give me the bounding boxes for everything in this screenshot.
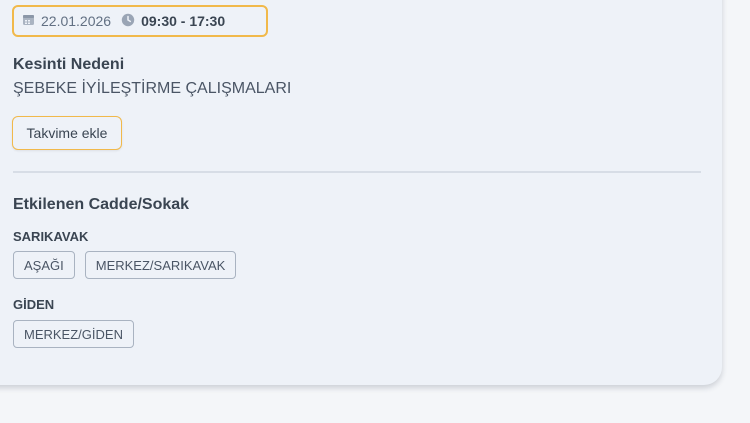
divider — [13, 171, 701, 173]
affected-streets-title: Etkilenen Cadde/Sokak — [13, 196, 190, 213]
clock-icon — [121, 13, 135, 30]
add-to-calendar-button[interactable]: Takvime ekle — [12, 116, 122, 150]
outage-time: 09:30 - 17:30 — [141, 13, 226, 29]
street-chip-row: AŞAĞI MERKEZ/SARIKAVAK — [13, 251, 237, 279]
street-chip: MERKEZ/GİDEN — [13, 320, 134, 348]
outage-date: 22.01.2026 — [41, 13, 112, 29]
street-chip-row: MERKEZ/GİDEN — [13, 320, 134, 348]
reason-text: ŞEBEKE İYİLEŞTİRME ÇALIŞMALARI — [13, 80, 292, 97]
reason-title: Kesinti Nedeni — [13, 56, 125, 73]
street-chip: MERKEZ/SARIKAVAK — [84, 251, 237, 279]
schedule-pill: 22.01.2026 09:30 - 17:30 — [12, 5, 268, 37]
district-name: SARIKAVAK — [13, 229, 89, 244]
district-name: GİDEN — [13, 297, 55, 312]
calendar-icon — [22, 13, 35, 29]
street-chip: AŞAĞI — [13, 251, 75, 279]
